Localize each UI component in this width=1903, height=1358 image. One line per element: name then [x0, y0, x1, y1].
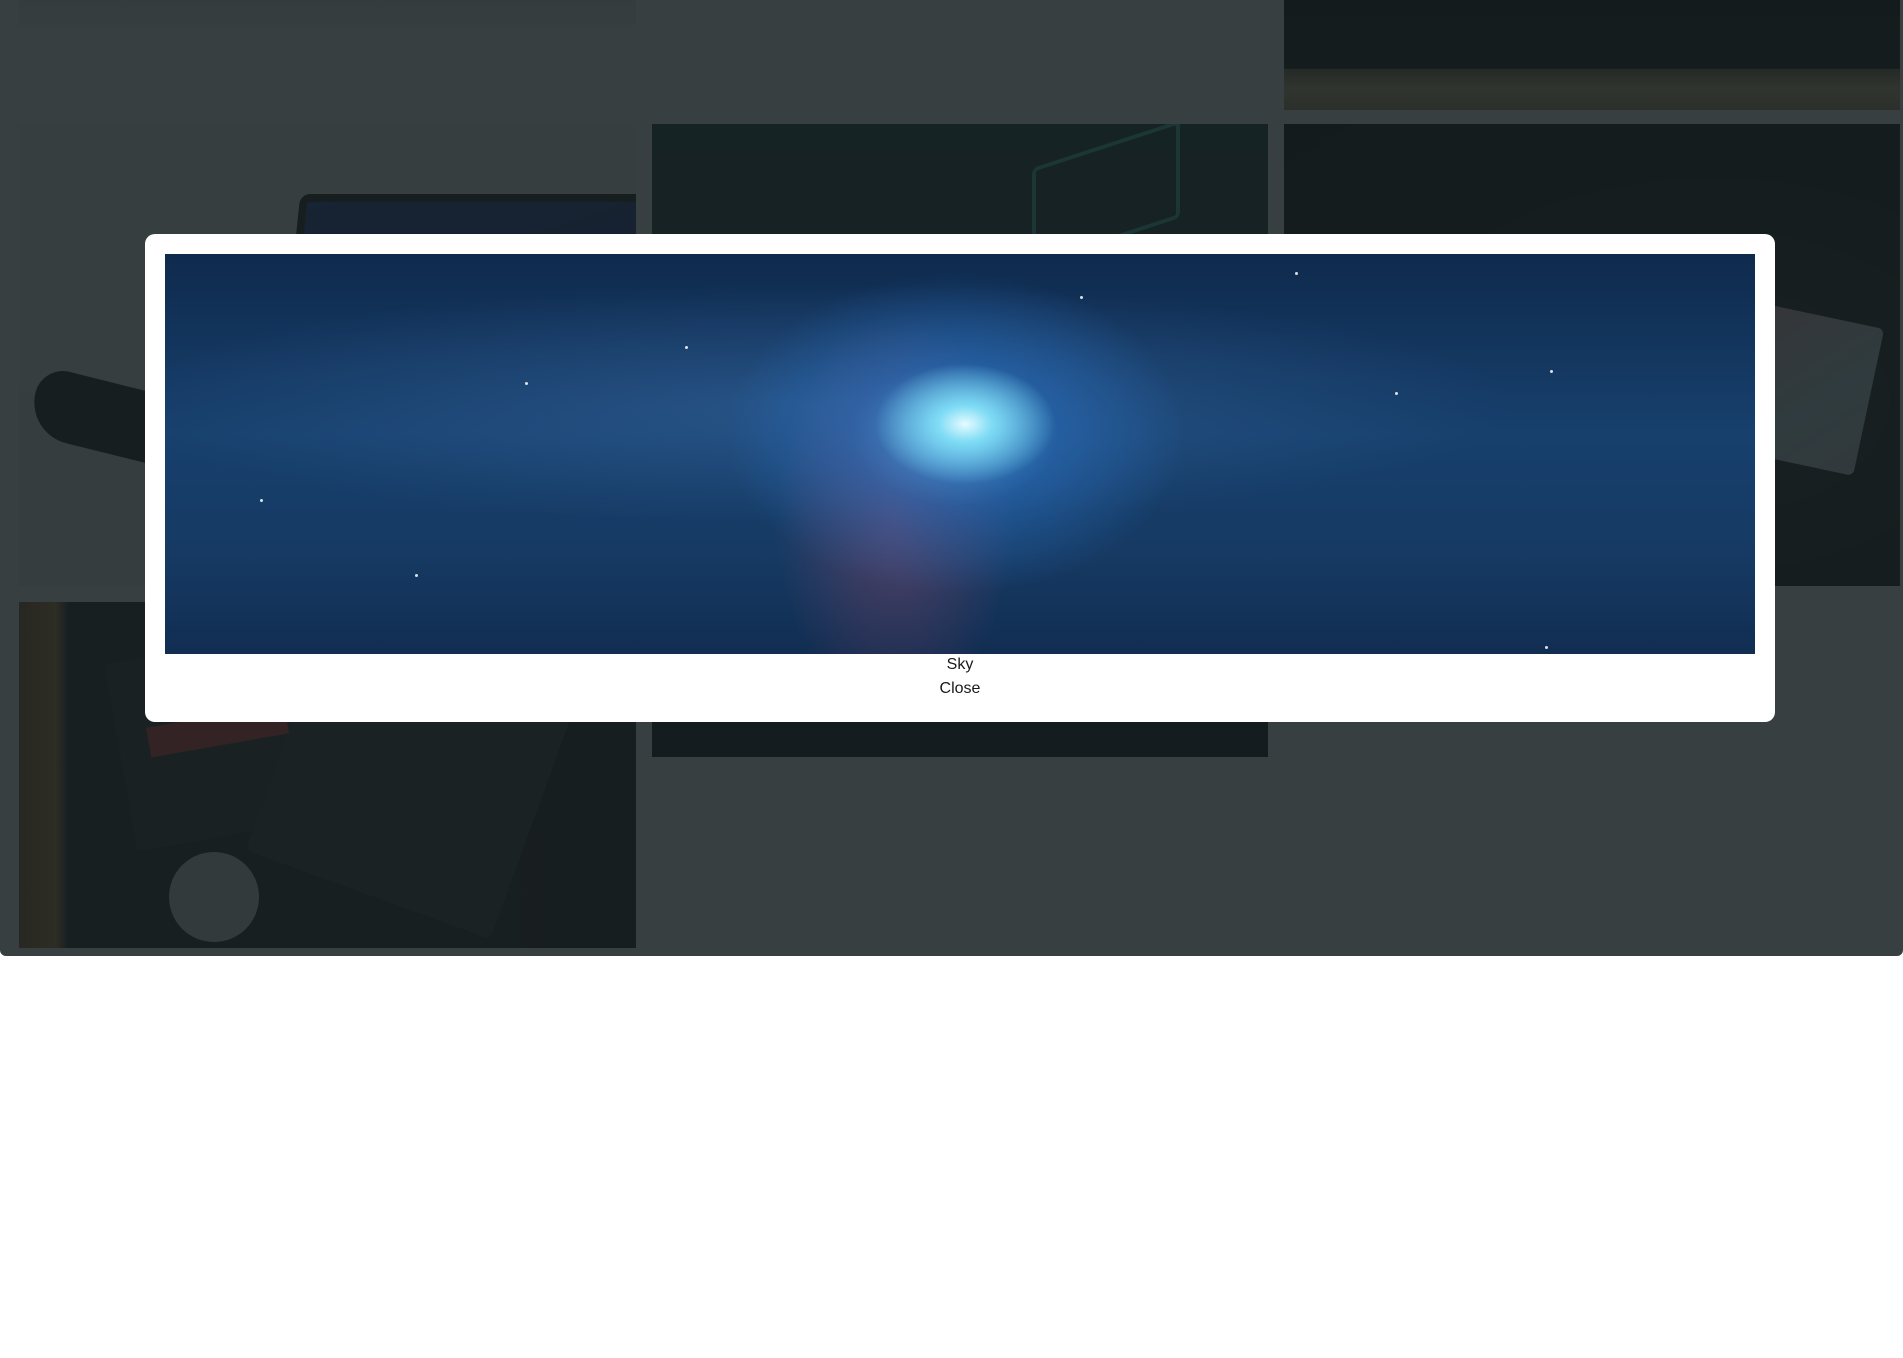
- modal-image-title: Sky: [946, 656, 974, 673]
- star-graphic: [415, 574, 418, 577]
- star-graphic: [1080, 296, 1083, 299]
- star-graphic: [1545, 646, 1548, 649]
- star-graphic: [685, 346, 688, 349]
- modal-image-sky: [165, 254, 1755, 654]
- close-button[interactable]: Close: [145, 680, 1775, 698]
- star-graphic: [525, 382, 528, 385]
- image-modal: Sky Close: [145, 234, 1775, 722]
- star-graphic: [1295, 272, 1298, 275]
- star-graphic: [260, 499, 263, 502]
- star-graphic: [1395, 392, 1398, 395]
- star-graphic: [1550, 370, 1553, 373]
